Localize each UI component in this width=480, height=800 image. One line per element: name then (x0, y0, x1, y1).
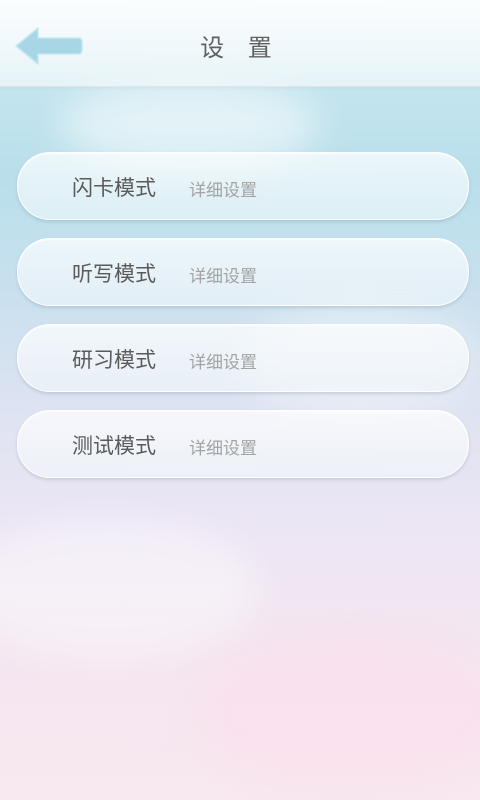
flashcard-mode-item[interactable]: 闪卡模式 详细设置 (17, 152, 469, 220)
test-mode-item[interactable]: 测试模式 详细设置 (17, 410, 469, 478)
mode-settings-list: 闪卡模式 详细设置 听写模式 详细设置 研习模式 详细设置 测试模式 详细设置 (17, 152, 469, 496)
background-cloud (200, 640, 480, 780)
page-title: 设 置 (200, 34, 280, 62)
dictation-mode-item[interactable]: 听写模式 详细设置 (17, 238, 469, 306)
title-bar: 设 置 (0, 0, 480, 87)
detail-settings-label: 详细设置 (189, 439, 257, 459)
mode-label: 听写模式 (72, 262, 156, 286)
detail-settings-label: 详细设置 (189, 353, 257, 373)
detail-settings-label: 详细设置 (189, 181, 257, 201)
mode-label: 闪卡模式 (72, 176, 156, 200)
mode-label: 测试模式 (72, 434, 156, 458)
detail-settings-label: 详细设置 (189, 267, 257, 287)
settings-screen: 设 置 闪卡模式 详细设置 听写模式 详细设置 研习模式 详细设置 测试模式 详… (0, 0, 480, 800)
mode-label: 研习模式 (72, 348, 156, 372)
study-mode-item[interactable]: 研习模式 详细设置 (17, 324, 469, 392)
background-cloud (0, 520, 260, 660)
